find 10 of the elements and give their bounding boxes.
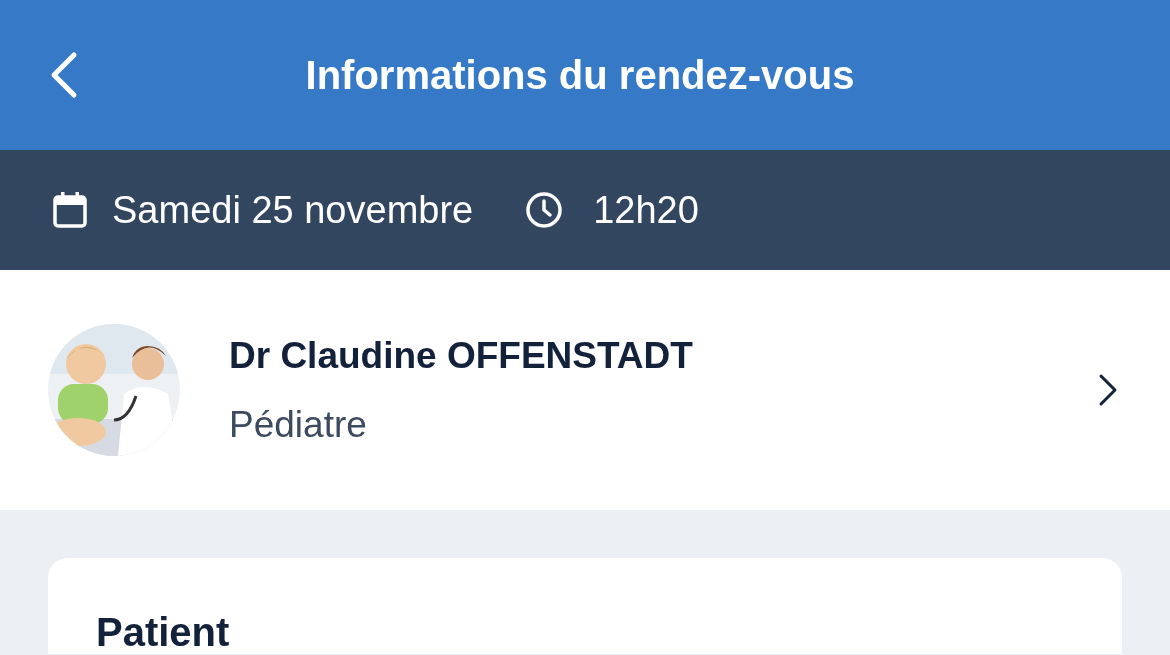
clock-icon <box>525 191 564 229</box>
page-title: Informations du rendez-vous <box>304 52 856 99</box>
chevron-right-icon <box>1098 373 1118 407</box>
appointment-date: Samedi 25 novembre <box>112 187 474 233</box>
card-title: Patient <box>96 610 231 654</box>
practitioner-row[interactable]: Dr Claudine OFFENSTADT Pédiatre <box>0 270 1170 510</box>
appointment-time: 12h20 <box>593 187 699 233</box>
doctor-name: Dr Claudine OFFENSTADT <box>229 333 694 378</box>
calendar-icon <box>52 191 88 229</box>
doctor-specialty: Pédiatre <box>229 403 368 447</box>
